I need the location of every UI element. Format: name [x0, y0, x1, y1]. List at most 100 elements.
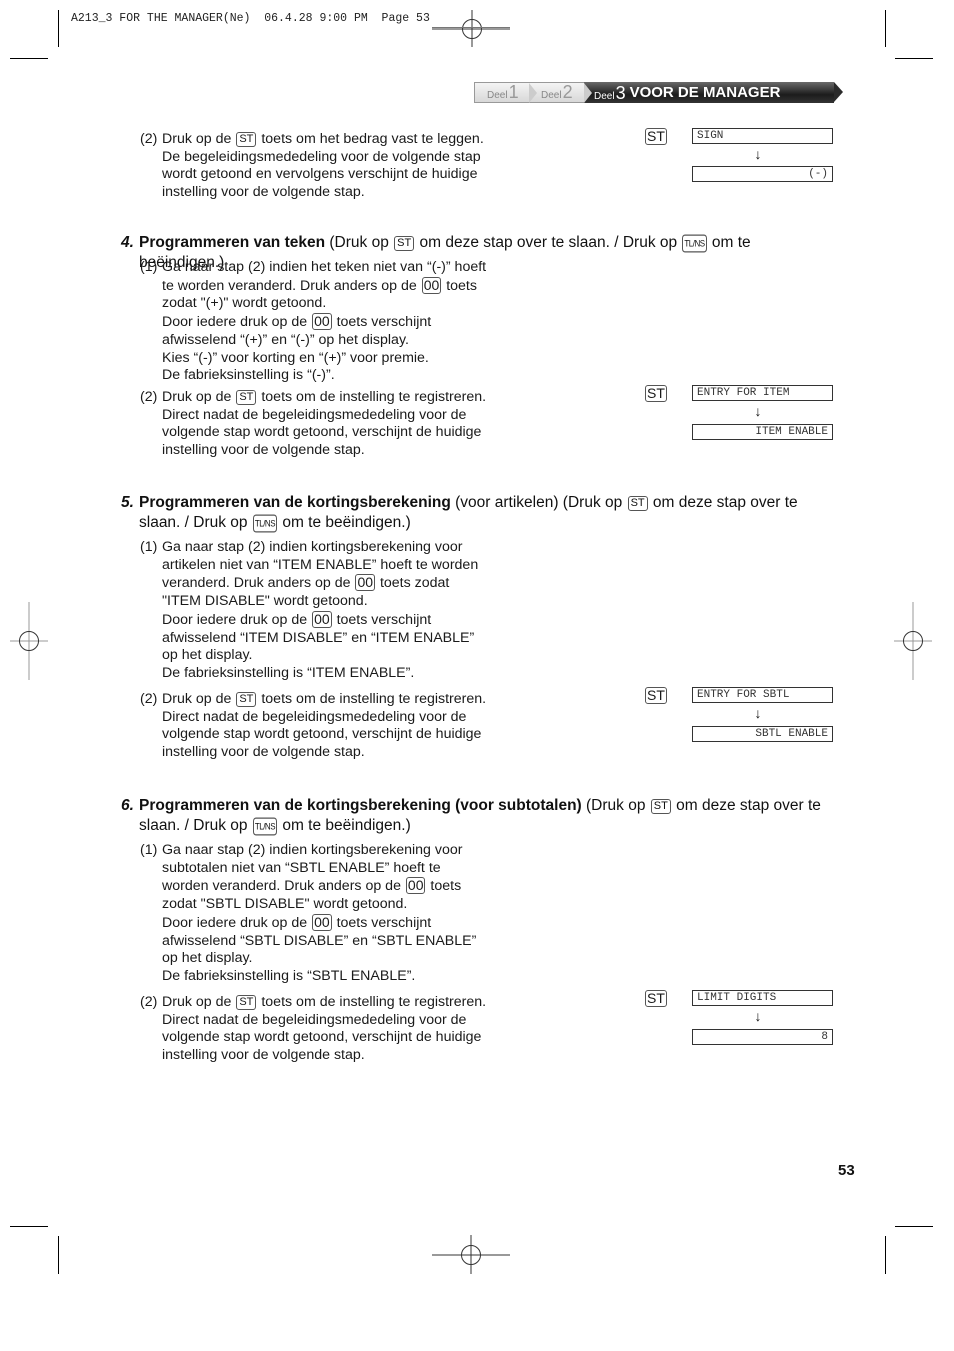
section-title: Programmeren van de kortingsberekening: [139, 494, 451, 511]
st-key-icon: ST: [236, 692, 257, 707]
step-text: Druk op de ST toets om het bedrag vast t…: [140, 131, 500, 202]
step-line: op het display.: [162, 950, 253, 967]
step-line: Druk op de ST toets om de instelling te …: [162, 389, 487, 405]
page-number: 53: [838, 1162, 855, 1179]
crop-mark: [885, 1236, 887, 1274]
st-key-icon: ST: [627, 496, 648, 511]
double-zero-key-icon: 00: [312, 610, 332, 628]
st-key-icon: ST: [236, 995, 257, 1010]
step-2: (2) Druk op de ST toets om de instelling …: [140, 389, 500, 460]
step-line: Door iedere druk op de 00 toets verschij…: [162, 610, 432, 628]
st-key-icon: ST: [645, 990, 667, 1007]
section-heading: 6. Programmeren van de kortingsberekening…: [121, 797, 821, 836]
step-label: (2): [140, 389, 158, 405]
crop-mark: [10, 1226, 48, 1228]
crop-mark: [58, 1236, 60, 1274]
step-line: De fabrieksinstelling is “(-)”.: [162, 367, 335, 384]
banner-crumb-deel2: Deel 2: [529, 82, 592, 103]
arrow-down-icon: ↓: [754, 146, 762, 162]
crop-mark: [10, 58, 48, 60]
step-line: te worden veranderd. Druk anders op de 0…: [162, 276, 477, 294]
step-line: instelling voor de volgende stap.: [162, 442, 365, 459]
step-line: instelling voor de volgende stap.: [162, 744, 365, 761]
section-number: 6.: [121, 797, 134, 814]
display-bottom: SBTL ENABLE: [692, 726, 833, 742]
prev-step-2: (2) Druk op de ST toets om het bedrag va…: [140, 131, 500, 202]
step-line: Door iedere druk op de 00 toets verschij…: [162, 913, 432, 931]
step-line: veranderd. Druk anders op de 00 toets zo…: [162, 574, 450, 592]
step-line: Ga naar stap (2) indien kortingsberekeni…: [162, 842, 463, 858]
step-label: (2): [140, 994, 158, 1010]
display-top: ENTRY FOR SBTL: [692, 687, 833, 703]
double-zero-key-icon: 00: [421, 276, 442, 294]
display-top: SIGN: [692, 128, 833, 144]
crumb-number: 2: [562, 82, 573, 102]
crumb-prefix: Deel: [541, 90, 562, 101]
step-line: De begeleidingsmededeling voor de volgen…: [162, 148, 481, 165]
section-heading: 5. Programmeren van de kortingsberekening…: [121, 494, 798, 533]
arrow-down-icon: ↓: [754, 1008, 762, 1024]
section-title: Programmeren van de kortingsberekening (…: [139, 797, 582, 814]
st-key-icon: ST: [236, 390, 257, 405]
step-line: subtotalen niet van “SBTL ENABLE” hoeft …: [162, 859, 441, 876]
banner-crumb-deel1: Deel 1: [474, 82, 537, 103]
registration-mark-icon: [894, 602, 932, 680]
chevron-right-icon: [529, 83, 537, 103]
registration-mark-icon: [10, 602, 48, 680]
section-number: 5.: [121, 494, 134, 511]
section-title: Programmeren van teken: [139, 234, 326, 251]
step-line: De fabrieksinstelling is “SBTL ENABLE”.: [162, 967, 416, 984]
step-line: volgende stap wordt getoond, verschijnt …: [162, 1029, 482, 1046]
chevron-right-icon: [584, 83, 592, 103]
tl-ns-key-icon: TL/NS: [682, 234, 707, 253]
crumb-number: 3: [615, 83, 626, 103]
st-key-icon: ST: [236, 132, 257, 147]
step-label: (1): [140, 842, 158, 858]
step-line: Door iedere druk op de 00 toets verschij…: [162, 313, 432, 331]
step-line: volgende stap wordt getoond, verschijnt …: [162, 424, 482, 441]
step-line: wordt getoond en vervolgens verschijnt d…: [162, 166, 478, 183]
step-line: Kies “(-)” voor korting en “(+)” voor pr…: [162, 349, 429, 366]
step-2: (2) Druk op de ST toets om de instelling …: [140, 691, 500, 762]
crumb-prefix: Deel: [594, 91, 615, 102]
double-zero-key-icon: 00: [312, 313, 332, 331]
step-line: "ITEM DISABLE" wordt getoond.: [162, 593, 368, 610]
print-header: A213_3 FOR THE MANAGER(Ne) 06.4.28 9:00 …: [71, 12, 430, 25]
crumb-number: 1: [508, 82, 519, 102]
chevron-right-icon: [834, 82, 843, 102]
step-line: zodat "SBTL DISABLE" wordt getoond.: [162, 896, 408, 913]
step-line: afwisselend “ITEM DISABLE” en “ITEM ENAB…: [162, 629, 475, 646]
step-line: artikelen niet van “ITEM ENABLE” hoeft t…: [162, 556, 479, 573]
arrow-down-icon: ↓: [754, 403, 762, 419]
step-line: op het display.: [162, 647, 253, 664]
step-line: Direct nadat de begeleidingsmededeling v…: [162, 708, 467, 725]
st-key-icon: ST: [645, 385, 667, 402]
step-1: (1) Ga naar stap (2) indien kortingsberek…: [140, 539, 500, 683]
crop-mark: [885, 10, 887, 47]
step-line: worden veranderd. Druk anders op de 00 t…: [162, 877, 462, 895]
step-line: instelling voor de volgende stap.: [162, 184, 365, 201]
step-line: zodat "(+)" wordt getoond.: [162, 295, 327, 312]
section-number: 4.: [121, 234, 134, 251]
tl-ns-key-icon: TL/NS: [252, 817, 278, 836]
step-line: De fabrieksinstelling is “ITEM ENABLE”.: [162, 664, 415, 681]
step-line: afwisselend “SBTL DISABLE” en “SBTL ENAB…: [162, 932, 477, 949]
registration-mark-icon: [432, 1235, 510, 1274]
st-key-icon: ST: [645, 687, 667, 704]
display-bottom: 8: [692, 1029, 833, 1045]
double-zero-key-icon: 00: [405, 877, 426, 895]
banner-crumb-deel3-active: Deel 3 VOOR DE MANAGER: [584, 82, 843, 103]
step-label: (2): [140, 131, 158, 147]
step-line: Druk op de ST toets om de instelling te …: [162, 691, 487, 707]
step-1: (1) Ga naar stap (2) indien het teken nie…: [140, 259, 500, 385]
step-line: Druk op de ST toets om de instelling te …: [162, 994, 487, 1010]
st-key-icon: ST: [645, 128, 667, 145]
step-line: Direct nadat de begeleidingsmededeling v…: [162, 1011, 467, 1028]
double-zero-key-icon: 00: [312, 913, 332, 931]
step-line: instelling voor de volgende stap.: [162, 1047, 365, 1064]
crumb-title: VOOR DE MANAGER: [629, 84, 781, 101]
registration-mark-icon: [432, 10, 510, 47]
step-label: (1): [140, 539, 158, 555]
tl-ns-key-icon: TL/NS: [252, 514, 278, 533]
step-label: (2): [140, 691, 158, 707]
